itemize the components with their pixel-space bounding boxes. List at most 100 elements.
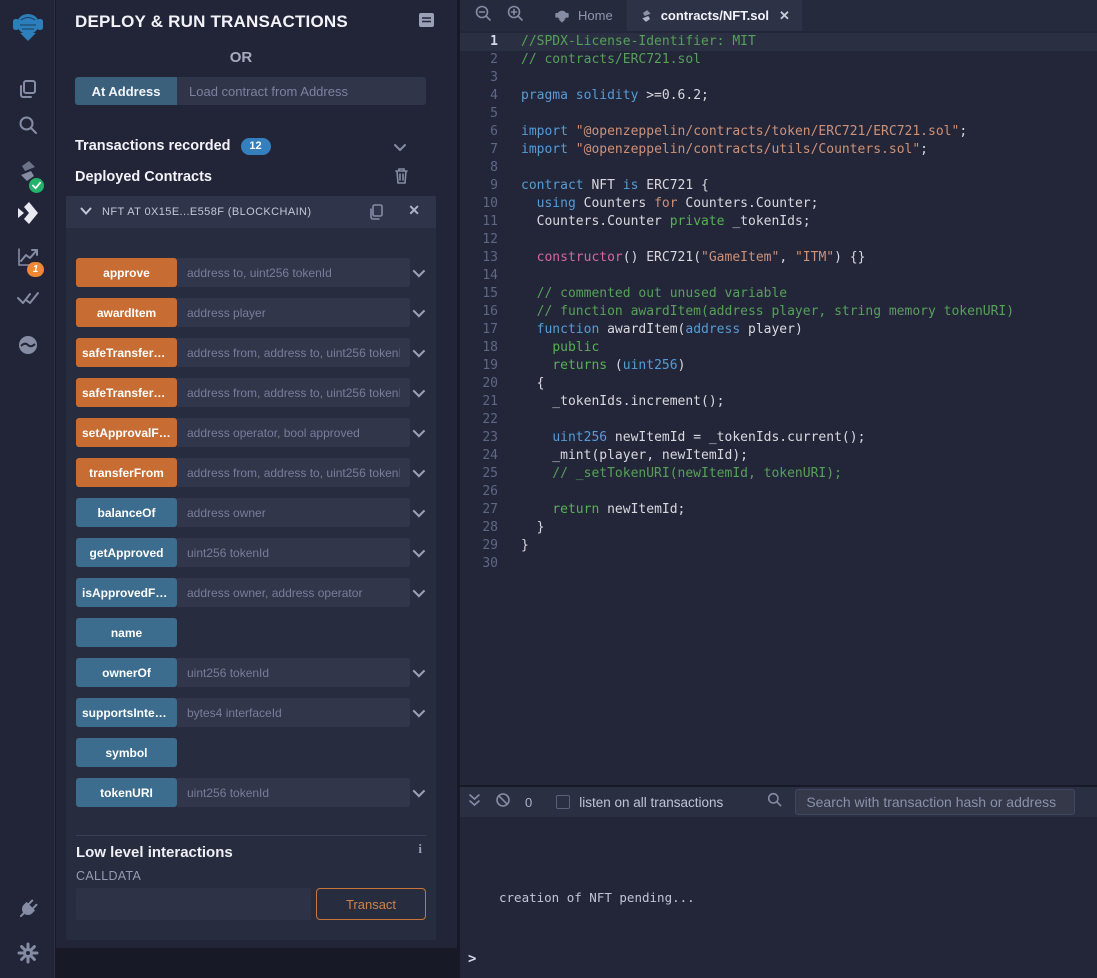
terminal-output-line: creation of NFT pending... [499,890,695,905]
function-args-input[interactable] [177,578,410,607]
function-button-isapprovedfor[interactable]: isApprovedFor... [76,578,177,607]
function-button-safetransferfr[interactable]: safeTransferFr... [76,338,177,367]
contract-instance-header[interactable]: NFT AT 0X15E...E558F (BLOCKCHAIN) ✕ [66,196,436,228]
line-number: 15 [460,285,510,303]
close-icon[interactable]: ✕ [408,202,420,219]
expand-chevron-icon[interactable] [413,665,426,678]
plugin-manager-icon[interactable] [15,896,41,922]
file-explorer-icon[interactable] [15,76,41,102]
code-line: 22 [460,411,1097,429]
at-address-button[interactable]: At Address [75,77,177,105]
function-button-ownerof[interactable]: ownerOf [76,658,177,687]
tab-label: Home [578,8,613,23]
code-line: 27 return newItemId; [460,501,1097,519]
search-icon[interactable] [15,112,41,138]
code-line: 25 // _setTokenURI(newItemId, tokenURI); [460,465,1097,483]
function-args-input[interactable] [177,698,410,727]
function-button-safetransferfr[interactable]: safeTransferFr... [76,378,177,407]
function-button-supportsinterf[interactable]: supportsInterf... [76,698,177,727]
zoom-out-icon[interactable] [474,4,492,27]
zoom-in-icon[interactable] [506,4,524,27]
function-button-balanceof[interactable]: balanceOf [76,498,177,527]
function-row: name [76,618,426,647]
function-row: isApprovedFor... [76,578,426,607]
function-row: balanceOf [76,498,426,527]
expand-chevron-icon[interactable] [413,305,426,318]
expand-chevron-icon[interactable] [413,505,426,518]
deployed-contracts-label: Deployed Contracts [75,169,212,185]
close-tab-icon[interactable]: ✕ [779,8,790,24]
function-row: supportsInterf... [76,698,426,727]
function-args-input[interactable] [177,298,410,327]
function-args-input[interactable] [177,338,410,367]
code-line: 26 [460,483,1097,501]
chevron-down-icon[interactable] [80,203,92,221]
sourcify-icon[interactable] [15,332,41,358]
listen-all-transactions-label[interactable]: listen on all transactions [579,795,723,810]
function-button-name[interactable]: name [76,618,177,647]
expand-chevron-icon[interactable] [413,545,426,558]
expand-chevron-icon[interactable] [413,345,426,358]
function-args-input[interactable] [177,458,410,487]
code-line: 5 [460,105,1097,123]
expand-chevron-icon[interactable] [413,465,426,478]
expand-chevron-icon[interactable] [413,425,426,438]
function-button-approve[interactable]: approve [76,258,177,287]
line-number: 1 [460,33,510,51]
copy-icon[interactable] [368,203,384,226]
code-line: 16 // function awardItem(address player,… [460,303,1097,321]
expand-chevron-icon[interactable] [413,585,426,598]
function-args-input[interactable] [177,418,410,447]
icon-rail: 1 [0,0,55,978]
tab-label: contracts/NFT.sol [661,8,769,23]
clear-console-icon[interactable] [495,792,511,813]
tab-home[interactable]: Home [540,0,627,31]
deploy-run-icon[interactable] [15,200,41,226]
at-address-input[interactable] [177,77,426,105]
collapse-terminal-icon[interactable] [468,793,481,812]
info-icon[interactable]: i [418,841,422,857]
panel-title: DEPLOY & RUN TRANSACTIONS [75,12,348,32]
function-args-input[interactable] [177,658,410,687]
function-button-tokenuri[interactable]: tokenURI [76,778,177,807]
terminal-toolbar: 0 listen on all transactions [460,787,1097,817]
expand-chevron-icon[interactable] [413,385,426,398]
line-number: 22 [460,411,510,429]
expand-chevron-icon[interactable] [413,265,426,278]
function-row: getApproved [76,538,426,567]
expand-chevron-icon[interactable] [413,785,426,798]
function-button-getapproved[interactable]: getApproved [76,538,177,567]
function-args-input[interactable] [177,778,410,807]
code-line: 9contract NFT is ERC721 { [460,177,1097,195]
settings-icon[interactable] [15,940,41,966]
function-button-awarditem[interactable]: awardItem [76,298,177,327]
function-args-input[interactable] [177,498,410,527]
code-editor-content[interactable]: 1//SPDX-License-Identifier: MIT2// contr… [460,31,1097,785]
listen-all-transactions-checkbox[interactable] [556,795,570,809]
chevron-down-icon[interactable] [393,140,407,158]
terminal-search-input[interactable] [795,789,1075,815]
function-button-setapprovalfo[interactable]: setApprovalFo... [76,418,177,447]
unit-testing-icon[interactable] [15,286,41,312]
function-args-input[interactable] [177,258,410,287]
line-number: 7 [460,141,510,159]
expand-chevron-icon[interactable] [413,705,426,718]
function-button-symbol[interactable]: symbol [76,738,177,767]
transact-button[interactable]: Transact [316,888,426,920]
line-number: 18 [460,339,510,357]
code-line: 15 // commented out unused variable [460,285,1097,303]
documentation-icon[interactable] [418,12,435,33]
tab-contracts-nft-sol[interactable]: contracts/NFT.sol ✕ [628,0,802,31]
function-args-input[interactable] [177,378,410,407]
function-button-transferfrom[interactable]: transferFrom [76,458,177,487]
deployed-contracts-row: Deployed Contracts [75,167,435,187]
terminal-prompt[interactable]: > [468,951,476,967]
function-args-input[interactable] [177,538,410,567]
code-editor-pane: Home contracts/NFT.sol ✕ 1//SPDX-License… [460,0,1097,785]
search-icon[interactable] [766,791,783,813]
calldata-input[interactable] [76,888,311,920]
remix-logo[interactable] [10,8,46,44]
line-number: 5 [460,105,510,123]
line-number: 9 [460,177,510,195]
trash-icon[interactable] [394,167,409,189]
